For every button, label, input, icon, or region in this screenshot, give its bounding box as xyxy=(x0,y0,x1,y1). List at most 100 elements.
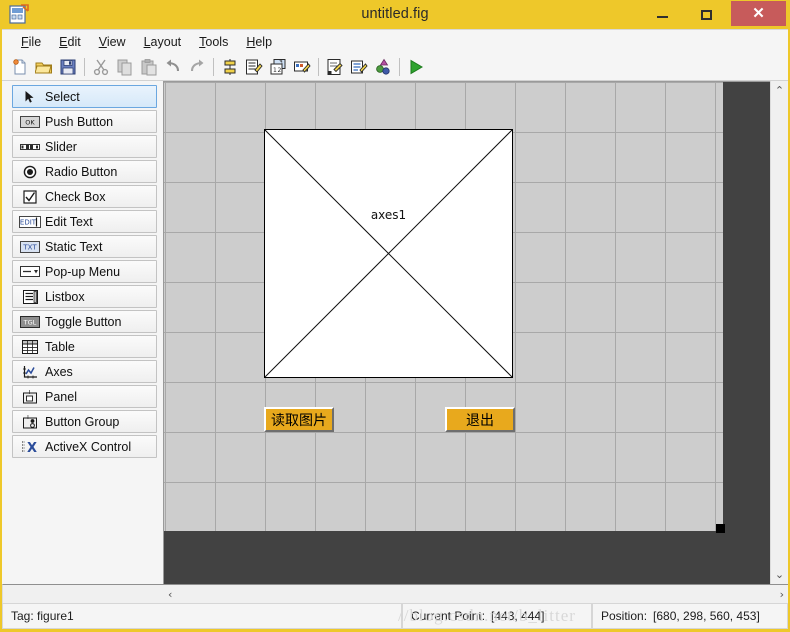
palette-item-label: Select xyxy=(45,89,80,104)
palette-item-edit-text[interactable]: EDIT Edit Text xyxy=(12,210,157,233)
toolbar-separator xyxy=(84,57,85,76)
svg-text:EDIT: EDIT xyxy=(20,218,37,226)
cut-scissors-icon[interactable] xyxy=(89,55,113,79)
menu-item-layout[interactable]: Layout xyxy=(135,33,191,51)
palette-item-check-box[interactable]: Check Box xyxy=(12,185,157,208)
property-inspector-icon[interactable] xyxy=(347,55,371,79)
menu-item-tools[interactable]: Tools xyxy=(190,33,237,51)
palette-item-button-group[interactable]: T Button Group xyxy=(12,410,157,433)
palette-item-label: Slider xyxy=(45,139,77,154)
toolbar-separator xyxy=(318,57,319,76)
table-icon xyxy=(18,339,42,355)
palette-item-label: Pop-up Menu xyxy=(45,264,121,279)
palette-item-label: Table xyxy=(45,339,75,354)
menu-rest: iew xyxy=(106,34,126,49)
menu-rest: ools xyxy=(205,34,229,49)
current-point-value: [443, 444] xyxy=(491,609,545,623)
listbox-icon xyxy=(18,289,42,305)
edit-text-icon: EDIT xyxy=(18,214,42,230)
palette-item-popup-menu[interactable]: Pop-up Menu xyxy=(12,260,157,283)
palette-item-slider[interactable]: Slider xyxy=(12,135,157,158)
palette-item-label: Panel xyxy=(45,389,77,404)
object-browser-icon[interactable] xyxy=(371,55,395,79)
status-tag: Tag: figure1 xyxy=(2,603,402,629)
figure-resize-handle[interactable] xyxy=(716,524,725,533)
push-button-icon: OK xyxy=(18,114,42,130)
minimize-button[interactable] xyxy=(641,0,683,29)
palette-item-label: Radio Button xyxy=(45,164,118,179)
open-folder-icon[interactable] xyxy=(32,55,56,79)
scroll-left-arrow-icon[interactable]: ‹ xyxy=(168,588,172,601)
check-box-icon xyxy=(18,189,42,205)
button-group-icon: T xyxy=(18,414,42,430)
menu-mnemonic: V xyxy=(98,34,107,49)
undo-arrow-icon[interactable] xyxy=(161,55,185,79)
read-image-button[interactable]: 读取图片 xyxy=(264,407,334,432)
axes1-placeholder[interactable]: axes1 xyxy=(264,129,513,378)
palette-item-table[interactable]: Table xyxy=(12,335,157,358)
menu-item-file[interactable]: File xyxy=(12,33,50,51)
menu-bar: File Edit View Layout Tools Help xyxy=(2,29,788,53)
new-figure-icon[interactable] xyxy=(8,55,32,79)
copy-icon[interactable] xyxy=(113,55,137,79)
main-body: Select OK Push Button Slider Radio Butto… xyxy=(2,81,788,584)
menu-rest: ile xyxy=(28,34,42,49)
menu-item-view[interactable]: View xyxy=(90,33,135,51)
m-file-editor-icon[interactable] xyxy=(323,55,347,79)
guide-figure-icon xyxy=(8,4,30,25)
scroll-down-arrow-icon[interactable]: ⌄ xyxy=(775,568,784,581)
design-canvas-area[interactable]: axes1 读取图片 退出 xyxy=(163,81,770,584)
maximize-button[interactable] xyxy=(685,0,727,29)
palette-item-label: Axes xyxy=(45,364,73,379)
panel-icon: T xyxy=(18,389,42,405)
menu-editor-icon[interactable] xyxy=(242,55,266,79)
horizontal-scrollbar-track[interactable]: ‹ › xyxy=(168,588,784,601)
menu-mnemonic: E xyxy=(59,34,68,49)
palette-item-static-text[interactable]: TXT Static Text xyxy=(12,235,157,258)
run-figure-icon[interactable] xyxy=(404,55,428,79)
svg-text:X: X xyxy=(27,441,37,454)
position-key: Position: xyxy=(601,609,648,623)
toggle-button-icon: TGL xyxy=(18,314,42,330)
figure-canvas[interactable]: axes1 读取图片 退出 xyxy=(164,82,725,533)
svg-text:T: T xyxy=(25,415,30,421)
palette-item-panel[interactable]: T Panel xyxy=(12,385,157,408)
vertical-scrollbar[interactable]: ⌃ ⌄ xyxy=(770,81,788,584)
menu-item-help[interactable]: Help xyxy=(237,33,281,51)
palette-item-push-button[interactable]: OK Push Button xyxy=(12,110,157,133)
scroll-right-arrow-icon[interactable]: › xyxy=(780,588,784,601)
menu-mnemonic: L xyxy=(143,34,151,49)
palette-item-radio-button[interactable]: Radio Button xyxy=(12,160,157,183)
menu-item-edit[interactable]: Edit xyxy=(50,33,90,51)
palette-item-activex-control[interactable]: X ActiveX Control xyxy=(12,435,157,458)
exit-button[interactable]: 退出 xyxy=(445,407,515,432)
horizontal-scrollbar[interactable]: ‹ › xyxy=(2,584,788,603)
save-disk-icon[interactable] xyxy=(56,55,80,79)
palette-item-select[interactable]: Select xyxy=(12,85,157,108)
activex-control-icon: X xyxy=(18,439,42,455)
menu-mnemonic: H xyxy=(246,34,256,49)
tab-order-editor-icon[interactable]: 1 2 3 xyxy=(266,55,290,79)
maximize-icon xyxy=(700,9,712,20)
scroll-up-arrow-icon[interactable]: ⌃ xyxy=(775,84,784,97)
palette-item-label: ActiveX Control xyxy=(45,439,132,454)
palette-item-listbox[interactable]: Listbox xyxy=(12,285,157,308)
redo-arrow-icon[interactable] xyxy=(185,55,209,79)
align-objects-icon[interactable] xyxy=(218,55,242,79)
menu-rest: elp xyxy=(255,34,273,49)
static-text-icon: TXT xyxy=(18,239,42,255)
close-icon: ✕ xyxy=(752,5,765,22)
svg-text:1: 1 xyxy=(273,67,277,74)
paste-icon[interactable] xyxy=(137,55,161,79)
toolbar-separator xyxy=(213,57,214,76)
toolbar-editor-icon[interactable] xyxy=(290,55,314,79)
palette-item-toggle-button[interactable]: TGL Toggle Button xyxy=(12,310,157,333)
palette-item-label: Button Group xyxy=(45,414,120,429)
palette-item-axes[interactable]: Axes xyxy=(12,360,157,383)
menu-mnemonic: F xyxy=(21,34,29,49)
palette-item-label: Push Button xyxy=(45,114,114,129)
palette-item-label: Toggle Button xyxy=(45,314,122,329)
toolbar: 1 2 3 xyxy=(2,53,788,81)
palette-item-label: Static Text xyxy=(45,239,103,254)
close-button[interactable]: ✕ xyxy=(731,1,786,26)
